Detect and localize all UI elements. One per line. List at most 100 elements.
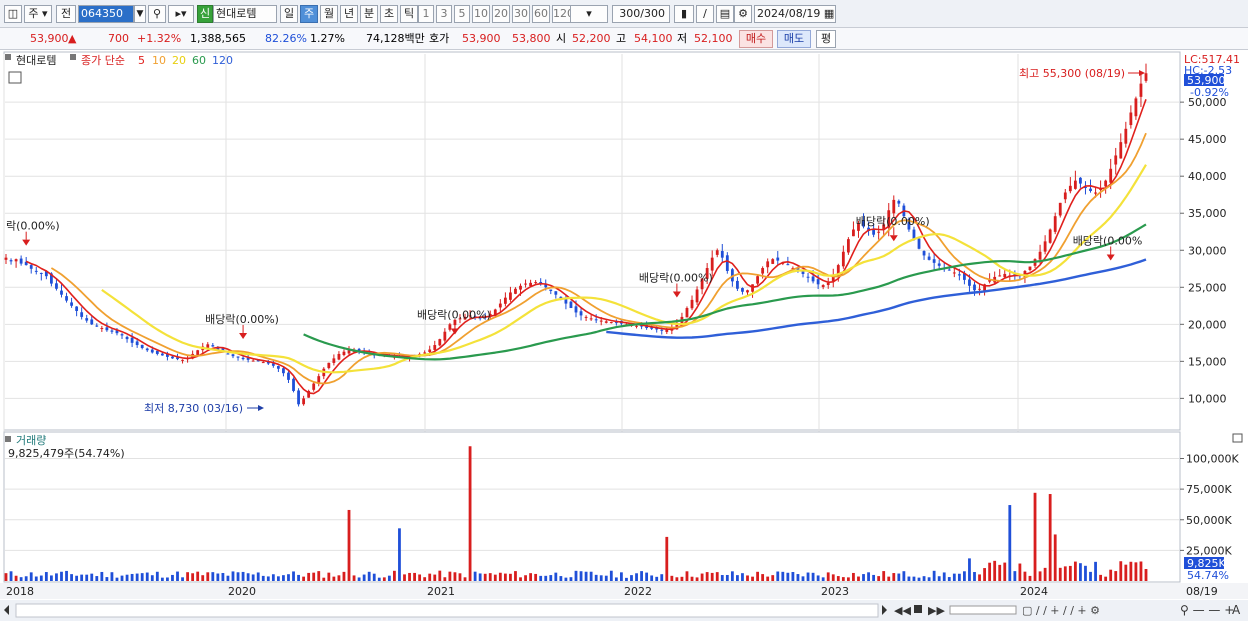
volume-bar [685,571,689,581]
volume-bar [529,573,533,581]
volume-bar [786,572,790,581]
candle-body [841,251,845,267]
candle-body [957,274,961,276]
sell-button[interactable]: 매도 [777,30,811,48]
volume-bar [398,528,401,581]
stock-code-input[interactable]: 064350 [78,5,134,23]
period-tab-1[interactable]: 주 [300,5,318,23]
candle-body [937,263,941,266]
candle-body [1129,112,1133,126]
rewind-icon[interactable]: ◀◀ [894,604,911,617]
candle-body [1079,177,1082,184]
volume-bar [725,574,729,581]
volume-bar [806,572,810,581]
volume-bar [761,574,765,581]
current-price: 53,900 [30,32,69,45]
volume-bar [514,571,517,581]
volume-bar [342,571,346,581]
draw-line-icon[interactable]: ∕ [696,5,714,23]
period-dropdown[interactable]: 주 ▾ [24,5,52,23]
candle-body [181,359,184,361]
count-input[interactable]: 300/300 [612,5,670,23]
table-icon[interactable] [8,71,22,84]
chevron-down-icon[interactable]: ▼ [134,5,146,23]
period-dropdown-label: 주 [28,7,39,20]
drawing-tools-icon[interactable]: ▢ ∕ ∕ ∔ ∕ ∕ ∔ ⚙ [1022,604,1100,617]
volume-bar [947,577,951,581]
date-input[interactable]: 2024/08/19 ▦ [754,5,836,23]
save-icon[interactable]: ▤ [716,5,734,23]
interval-button-4[interactable]: 20 [492,5,510,23]
buy-button[interactable]: 매수 [739,30,773,48]
sound-icon[interactable]: ▸▾ [168,5,194,23]
volume-legend-square-icon [5,436,11,442]
period-tab-2[interactable]: 월 [320,5,338,23]
volume-bar [241,571,245,581]
interval-button-6[interactable]: 60 [532,5,550,23]
interval-button-2[interactable]: 5 [454,5,470,23]
search-icon[interactable]: ⚲ [148,5,166,23]
font-size-icon[interactable]: A [1232,603,1241,617]
volume-bar [952,573,956,581]
candle-body [327,362,331,369]
interval-button-3[interactable]: 10 [472,5,490,23]
chart-canvas[interactable]: 10,000 15,000 20,000 25,000 30,000 35,000 40,0… [0,50,1248,621]
candle-body [231,354,235,357]
candle-body [34,270,38,272]
volume-bar [1134,562,1138,581]
candle-body [514,288,517,294]
prev-button[interactable]: 전 [56,5,76,23]
period-tab-3[interactable]: 년 [340,5,358,23]
stock-name-field[interactable]: 현대로템 [213,5,277,23]
candle-body [1028,266,1032,270]
period-tab-0[interactable]: 일 [280,5,298,23]
stop-icon[interactable] [914,605,922,613]
period-tab-5[interactable]: 초 [380,5,398,23]
volume-bar [1094,561,1097,581]
period-tab-6[interactable]: 틱 [400,5,418,23]
candle-body [145,348,149,351]
volume-bar [211,572,215,581]
candle-body [1104,180,1108,187]
volume-bar [251,574,255,581]
candle-body [206,344,210,348]
candle-body [1134,98,1138,117]
fast-forward-icon[interactable]: ▶▶ [928,604,945,617]
volume-bar [75,575,79,581]
volume-bar [549,575,553,581]
volume-tick-label: 25,000K [1186,544,1232,557]
volume-bar [44,572,48,581]
interval-button-1[interactable]: 3 [436,5,452,23]
eval-button[interactable]: 평 [816,30,836,48]
volume-bar [1028,575,1032,581]
candle-body [428,349,432,352]
quote-bar: 53,900 ▲ 700 +1.32% 1,388,565 82.26% 1.2… [0,28,1248,50]
zoom-slider[interactable] [949,605,1017,615]
candle-type-icon[interactable]: ▮ [674,5,694,23]
candle-body [927,256,931,260]
volume-bar [988,562,992,581]
x-axis-end-date: 08/19 [1186,585,1218,598]
volume-bar [1018,563,1022,581]
period-tab-4[interactable]: 분 [360,5,378,23]
candle-body [130,337,134,343]
price-change: 700 [108,32,129,45]
gear-icon[interactable]: ⚙ [734,5,752,23]
volume-bar [660,574,664,581]
volume-bar [907,576,911,581]
interval-button-0[interactable]: 1 [418,5,434,23]
volume-bar [614,577,618,581]
up-arrow-icon: ▲ [68,32,77,45]
volume-bar [367,571,371,581]
interval-dropdown[interactable]: ▾ [570,5,608,23]
interval-button-5[interactable]: 30 [512,5,530,23]
volume-bar [1119,561,1123,581]
candle-body [498,303,502,308]
zoom-icons[interactable]: ⚲ — — + [1180,603,1234,617]
candle-body [438,339,442,346]
volume-value: 1,388,565 [190,32,246,45]
layout-icon[interactable]: ◫ [4,5,22,23]
scroll-track[interactable] [15,603,879,618]
close-panel-icon[interactable] [1232,433,1243,443]
calendar-icon[interactable]: ▦ [824,7,834,20]
